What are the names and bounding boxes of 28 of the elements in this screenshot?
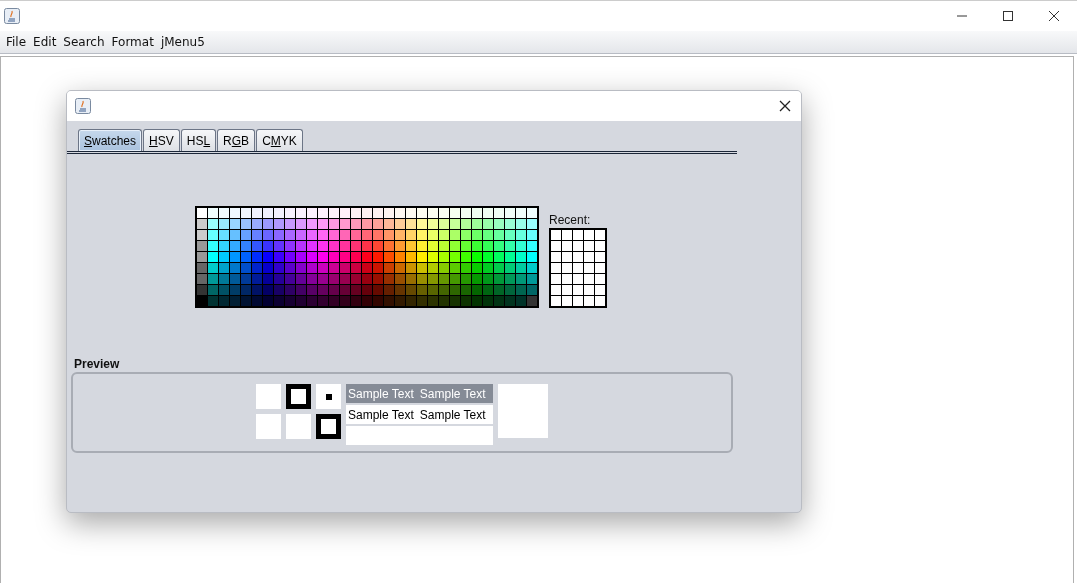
menu-item[interactable]: Edit [33, 35, 57, 49]
maximize-icon[interactable] [1002, 10, 1014, 22]
tab[interactable]: Swatches [78, 129, 143, 151]
tab[interactable]: CMYK [256, 129, 303, 151]
recent-swatch-grid[interactable] [549, 228, 607, 308]
sample-text: Sample Text [348, 386, 414, 401]
preview-square [286, 414, 311, 439]
menu-item[interactable]: jMenu5 [160, 35, 205, 49]
tab[interactable]: RGB [217, 129, 256, 151]
preview-dot-square [316, 384, 341, 409]
recent-label: Recent: [549, 213, 592, 227]
preview-square [498, 384, 548, 438]
preview-label: Preview [74, 357, 121, 371]
swatch-grid-drawing[interactable] [195, 206, 539, 308]
sample-text: Sample Text [348, 407, 414, 422]
menu-item[interactable]: Format [111, 35, 154, 49]
preview-framed-square [316, 414, 341, 439]
close-icon[interactable] [779, 100, 791, 112]
preview-square [256, 414, 281, 439]
tab[interactable]: HSL [180, 129, 217, 151]
sample-text: Sample Text [419, 386, 486, 401]
tab[interactable]: HSV [143, 129, 180, 151]
preview-framed-square [286, 384, 311, 409]
menu-item[interactable]: File [6, 35, 27, 49]
preview-square [256, 384, 281, 409]
menu-item[interactable]: Search [63, 35, 105, 49]
close-icon[interactable] [1048, 10, 1060, 22]
sample-text: Sample Text [419, 407, 486, 422]
